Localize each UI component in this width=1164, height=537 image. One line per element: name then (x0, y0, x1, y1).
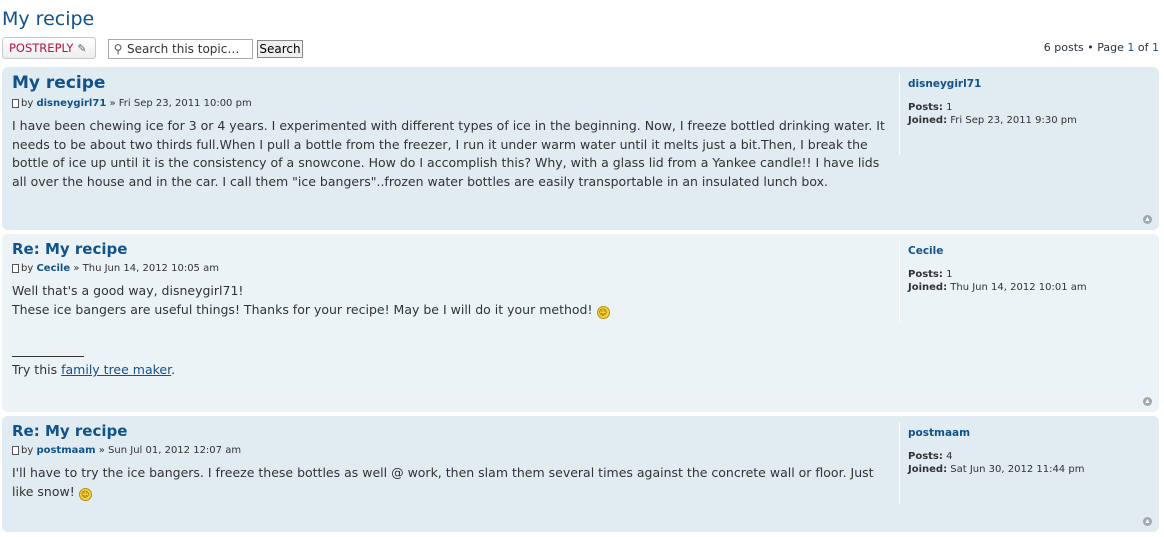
back-to-top-icon[interactable]: ▲ (1143, 215, 1152, 224)
posts-count: 1 (946, 102, 953, 113)
post-content: I'll have to try the ice bangers. I free… (12, 464, 887, 501)
pagination: 6 posts • Page 1 of 1 (1044, 41, 1159, 54)
posts-count: 1 (946, 269, 953, 280)
post-content: Well that's a good way, disneygirl71! Th… (12, 282, 887, 319)
post-author-line: by Cecile » Thu Jun 14, 2012 10:05 am (12, 263, 887, 274)
search-icon: ⚲ (113, 42, 123, 56)
profile-username-link[interactable]: disneygirl71 (908, 78, 1158, 90)
post-date: » Sun Jul 01, 2012 12:07 am (98, 445, 242, 456)
page-title[interactable]: My recipe (2, 8, 94, 30)
joined-label: Joined: (908, 115, 948, 126)
back-to-top-icon[interactable]: ▲ (1143, 397, 1152, 406)
signature-suffix: . (171, 362, 176, 377)
page-label: Page (1097, 41, 1124, 54)
search-input[interactable] (127, 42, 249, 56)
signature-text: Try this (12, 362, 58, 377)
post-body: Re: My recipe by Cecile » Thu Jun 14, 20… (12, 240, 887, 377)
post-profile: postmaam Posts: 4 Joined: Sat Jun 30, 20… (899, 422, 1158, 504)
post-icon[interactable] (12, 99, 19, 108)
joined-date: Thu Jun 14, 2012 10:01 am (950, 282, 1087, 293)
current-page: 1 (1127, 41, 1135, 54)
signature: Try this family tree maker. (12, 362, 887, 377)
by-label: by (21, 263, 34, 274)
posts-label: Posts: (908, 451, 943, 462)
of-label: of (1137, 41, 1149, 54)
post-reply-button[interactable]: POSTREPLY ✎ (2, 37, 96, 59)
author-link[interactable]: postmaam (36, 445, 95, 456)
smiley-icon: ☺ (78, 487, 92, 501)
post-author-line: by disneygirl71 » Fri Sep 23, 2011 10:00… (12, 98, 887, 109)
post-author-line: by postmaam » Sun Jul 01, 2012 12:07 am (12, 445, 887, 456)
joined-date: Sat Jun 30, 2012 11:44 pm (950, 464, 1085, 475)
post-text-line: Well that's a good way, disneygirl71! (12, 283, 244, 298)
profile-username-link[interactable]: Cecile (908, 245, 1158, 257)
joined-label: Joined: (908, 282, 948, 293)
post-title-link[interactable]: Re: My recipe (12, 240, 887, 258)
posts-label: Posts: (908, 269, 943, 280)
post-body: My recipe by disneygirl71 » Fri Sep 23, … (12, 73, 887, 191)
joined-label: Joined: (908, 464, 948, 475)
post-title-link[interactable]: My recipe (12, 73, 887, 93)
by-label: by (21, 445, 34, 456)
post-profile: Cecile Posts: 1 Joined: Thu Jun 14, 2012… (899, 240, 1158, 322)
back-to-top-icon[interactable]: ▲ (1143, 517, 1152, 526)
author-link[interactable]: disneygirl71 (36, 98, 106, 109)
post-title-link[interactable]: Re: My recipe (12, 422, 887, 440)
post-reply-label: POSTREPLY (9, 41, 74, 55)
post-text: I'll have to try the ice bangers. I free… (12, 465, 874, 499)
author-link[interactable]: Cecile (36, 263, 70, 274)
profile-username-link[interactable]: postmaam (908, 427, 1158, 439)
by-label: by (21, 98, 34, 109)
post-profile: disneygirl71 Posts: 1 Joined: Fri Sep 23… (899, 73, 1158, 155)
post-icon[interactable] (12, 264, 19, 273)
smiley-icon: ☺ (596, 305, 610, 319)
post-text-line: These ice bangers are useful things! Tha… (12, 301, 593, 317)
post-2: Re: My recipe by Cecile » Thu Jun 14, 20… (2, 234, 1159, 412)
posts-label: Posts: (908, 102, 943, 113)
search-button[interactable]: Search (257, 40, 303, 58)
joined-date: Fri Sep 23, 2011 9:30 pm (950, 115, 1077, 126)
pencil-icon: ✎ (77, 41, 87, 55)
separator-dot: • (1087, 41, 1094, 54)
post-date: » Thu Jun 14, 2012 10:05 am (73, 263, 219, 274)
search-box: ⚲ (108, 39, 253, 59)
signature-link[interactable]: family tree maker (61, 362, 171, 377)
post-3: Re: My recipe by postmaam » Sun Jul 01, … (2, 416, 1159, 532)
post-text: I have been chewing ice for 3 or 4 years… (12, 118, 885, 189)
post-content: I have been chewing ice for 3 or 4 years… (12, 117, 887, 191)
post-icon[interactable] (12, 446, 19, 455)
posts-count: 4 (946, 451, 953, 462)
post-body: Re: My recipe by postmaam » Sun Jul 01, … (12, 422, 887, 501)
total-pages: 1 (1152, 41, 1159, 54)
post-count: 6 posts (1043, 41, 1084, 54)
post-date: » Fri Sep 23, 2011 10:00 pm (109, 98, 252, 109)
signature-divider (12, 356, 84, 357)
post-1: My recipe by disneygirl71 » Fri Sep 23, … (2, 67, 1159, 230)
